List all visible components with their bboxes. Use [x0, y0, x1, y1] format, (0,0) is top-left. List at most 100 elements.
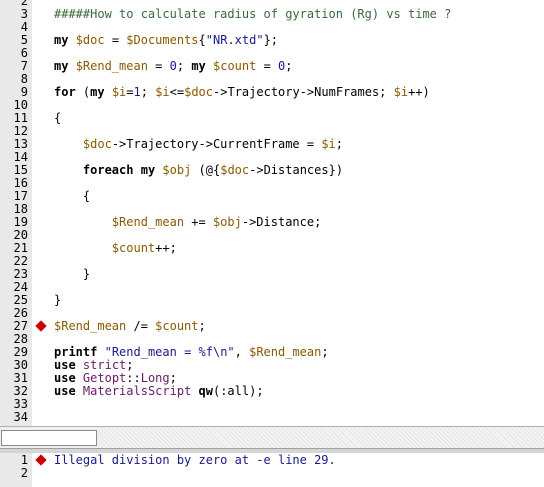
code-token: };	[263, 33, 279, 47]
code-token: }	[54, 293, 62, 307]
output-line-number: 2	[20, 466, 28, 480]
code-token: $i	[155, 85, 170, 99]
code-token: $doc	[82, 137, 112, 151]
code-token: /=	[126, 319, 156, 333]
code-token: $obj	[162, 163, 192, 177]
code-line[interactable]: }	[54, 294, 61, 307]
code-line[interactable]: $count++;	[54, 242, 177, 255]
scrollbar-thumb[interactable]	[1, 430, 97, 446]
code-token: #####How to calculate radius of gyration…	[54, 7, 452, 21]
code-token: $count	[111, 241, 156, 255]
code-token: (:all);	[212, 384, 264, 398]
code-token: (	[75, 85, 91, 99]
code-token: "Rend_mean = %f\n"	[104, 345, 235, 359]
code-token: my	[140, 163, 156, 177]
code-token: printf	[54, 345, 98, 359]
code-token: my	[54, 33, 69, 47]
code-token: 1	[133, 85, 141, 99]
line-number: 34	[13, 410, 28, 424]
code-token: }	[54, 267, 91, 281]
code-token: =	[104, 33, 127, 47]
code-line[interactable]: foreach my $obj (@{$doc->Distances})	[54, 164, 343, 177]
code-token: $Rend_mean	[75, 59, 148, 73]
code-token: ;	[198, 319, 206, 333]
line-number-gutter: 2 3 4 5 6 7 8 9 10 11 12 13 14 15 16 17 18 19 20 21 22 23 24 25…	[0, 0, 32, 426]
code-token: $count	[213, 59, 257, 73]
code-token: ,	[234, 345, 250, 359]
code-token: $doc	[184, 85, 214, 99]
code-token: {	[54, 189, 91, 203]
code-token: $doc	[220, 163, 250, 177]
code-line[interactable]: $Rend_mean += $obj->Distance;	[54, 215, 322, 229]
code-token: ::	[126, 371, 141, 385]
code-line[interactable]: for (my $i=1; $i<=$doc->Trajectory->NumF…	[54, 86, 430, 99]
code-token: {	[54, 111, 62, 125]
script-editor[interactable]: 2 3 4 5 6 7 8 9 10 11 12 13 14 15 16 17 18 19 20 21 22 23 24 25…	[0, 0, 544, 426]
code-token: for	[54, 85, 76, 99]
code-token: Getopt	[82, 371, 127, 385]
code-token: my	[54, 59, 69, 73]
code-line[interactable]: #####How to calculate radius of gyration…	[54, 8, 451, 21]
output-pane[interactable]: 12 Illegal division by zero at -e line 2…	[0, 453, 544, 487]
code-token: ->Trajectory->NumFrames;	[213, 85, 394, 99]
code-line[interactable]: }	[54, 268, 90, 281]
code-line[interactable]: {	[54, 190, 90, 203]
code-token: $Rend_mean	[249, 345, 322, 359]
code-token: use	[54, 358, 76, 372]
code-token: $count	[155, 319, 199, 333]
code-line[interactable]: {	[54, 112, 61, 125]
output-line-number-gutter: 12	[0, 453, 32, 487]
output-message[interactable]: Illegal division by zero at -e line 29.	[54, 454, 336, 467]
breakpoint-margin[interactable]	[32, 0, 51, 426]
code-token: ->Distances})	[249, 163, 344, 177]
breakpoint-icon[interactable]	[35, 320, 47, 332]
code-token: MaterialsScript	[82, 384, 192, 398]
code-token: <=	[169, 85, 185, 99]
code-token: $Rend_mean	[111, 215, 185, 229]
code-line[interactable]: $Rend_mean /= $count;	[54, 320, 206, 333]
code-token: my	[191, 59, 206, 73]
code-token: my	[90, 85, 105, 99]
code-token: $Rend_mean	[54, 319, 127, 333]
code-token: "NR.xtd"	[205, 33, 264, 47]
code-area[interactable]: #####How to calculate radius of gyration…	[51, 0, 544, 426]
code-token: =	[256, 59, 279, 73]
code-token: {	[198, 33, 206, 47]
code-token: ;	[335, 137, 344, 151]
horizontal-scrollbar[interactable]	[0, 426, 544, 448]
code-token: ++)	[408, 85, 430, 99]
code-token: foreach	[82, 163, 134, 177]
code-token: (@{	[191, 163, 221, 177]
code-token: ;	[140, 85, 156, 99]
code-token: ;	[285, 59, 293, 73]
code-token: $obj	[212, 215, 242, 229]
code-line[interactable]: my $Rend_mean = 0; my $count = 0;	[54, 60, 293, 73]
code-token: ->Distance;	[241, 215, 322, 229]
code-token: $doc	[75, 33, 105, 47]
code-token: $i	[111, 85, 127, 99]
code-token: Long	[140, 371, 170, 385]
code-line[interactable]: use MaterialsScript qw(:all);	[54, 385, 264, 398]
code-token: =	[147, 59, 170, 73]
code-token: $Documents	[126, 33, 199, 47]
code-line[interactable]: $doc->Trajectory->CurrentFrame = $i;	[54, 138, 343, 151]
code-token: ;	[169, 371, 177, 385]
code-line[interactable]: my $doc = $Documents{"NR.xtd"};	[54, 34, 278, 47]
code-token: use	[54, 371, 76, 385]
error-marker-icon	[35, 454, 47, 466]
code-token: ->Trajectory->CurrentFrame =	[111, 137, 322, 151]
scrollbar-track[interactable]	[98, 427, 544, 448]
code-token: ++;	[155, 241, 177, 255]
code-token: 0	[169, 59, 177, 73]
